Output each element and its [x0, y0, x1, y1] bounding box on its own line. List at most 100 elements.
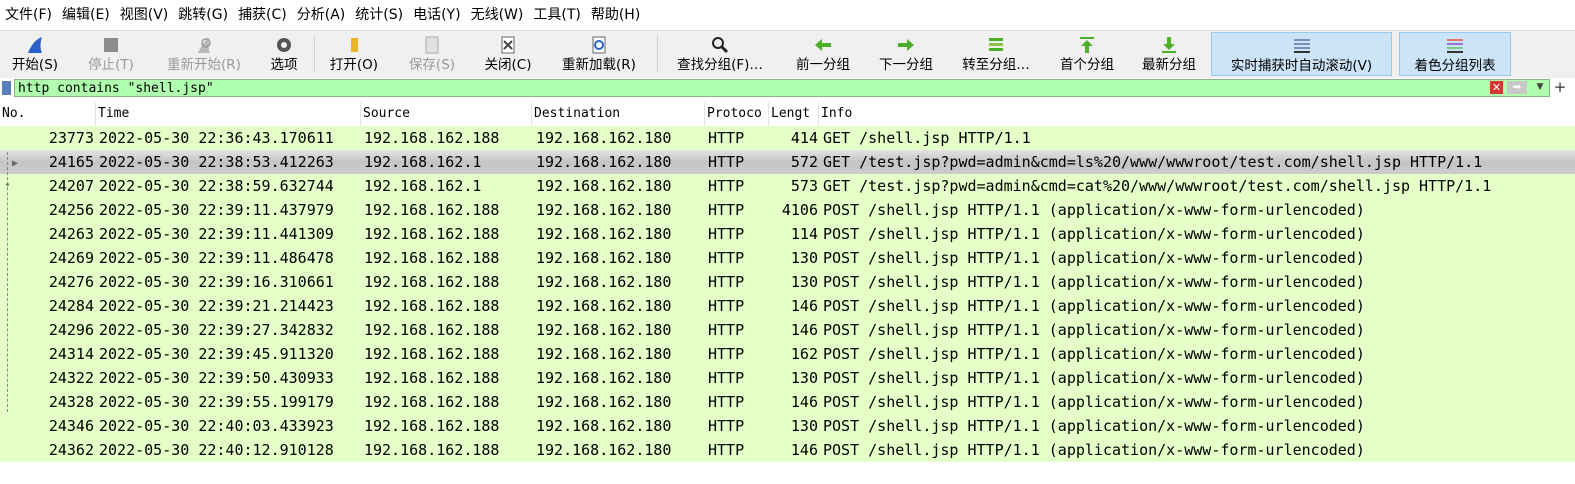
table-row[interactable]: 23773 2022-05-30 22:36:43.170611 192.168.1…: [0, 126, 1575, 150]
packet-length: 146: [790, 393, 818, 411]
packet-time: 2022-05-30 22:39:55.199179: [99, 393, 334, 411]
packet-length: 130: [790, 417, 818, 435]
packet-destination: 192.168.162.180: [536, 345, 672, 363]
packet-no: 24207: [48, 177, 94, 195]
restart-capture-button[interactable]: 重新开始(R): [160, 32, 248, 76]
autoscroll-toggle[interactable]: 实时捕获时自动滚动(V): [1211, 32, 1392, 76]
packet-destination: 192.168.162.180: [536, 177, 672, 195]
start-capture-button[interactable]: 开始(S): [6, 32, 64, 76]
last-packet-button[interactable]: 最新分组: [1134, 32, 1204, 76]
packet-destination: 192.168.162.180: [536, 441, 672, 459]
menu-telephony[interactable]: 电话(Y): [408, 0, 465, 30]
column-header-length[interactable]: Lengt: [769, 102, 819, 126]
packet-source: 192.168.162.188: [364, 297, 500, 315]
packet-no: 24284: [48, 297, 94, 315]
first-packet-button[interactable]: 首个分组: [1052, 32, 1122, 76]
packet-source: 192.168.162.188: [364, 321, 500, 339]
table-row[interactable]: 24296 2022-05-30 22:39:27.342832 192.168.1…: [0, 318, 1575, 342]
table-row[interactable]: 24263 2022-05-30 22:39:11.441309 192.168.1…: [0, 222, 1575, 246]
add-filter-button-icon[interactable]: +: [1553, 79, 1567, 95]
clear-filter-icon[interactable]: ✕: [1490, 81, 1503, 94]
column-header-no[interactable]: No.: [0, 102, 96, 126]
table-row[interactable]: 24256 2022-05-30 22:39:11.437979 192.168.1…: [0, 198, 1575, 222]
packet-length: 146: [790, 321, 818, 339]
packet-no: 24256: [48, 201, 94, 219]
colorize-icon: [1445, 36, 1465, 56]
goto-packet-button[interactable]: 转至分组…: [954, 32, 1038, 76]
open-file-button[interactable]: 打开(O): [324, 32, 384, 76]
menu-capture[interactable]: 捕获(C): [233, 0, 292, 30]
packet-time: 2022-05-30 22:39:45.911320: [99, 345, 334, 363]
table-row[interactable]: 24207 2022-05-30 22:38:59.632744 192.168.1…: [0, 174, 1575, 198]
menu-file[interactable]: 文件(F): [0, 0, 57, 30]
goto-packet-label: 转至分组…: [962, 57, 1030, 73]
packet-source: 192.168.162.188: [364, 345, 500, 363]
packet-protocol: HTTP: [708, 249, 745, 267]
packet-list-header: No. Time Source Destination Protoco Leng…: [0, 102, 1575, 127]
packet-source: 192.168.162.188: [364, 225, 500, 243]
packet-source: 192.168.162.188: [364, 273, 500, 291]
packet-info: POST /shell.jsp HTTP/1.1 (application/x-…: [823, 297, 1365, 315]
column-header-time[interactable]: Time: [96, 102, 361, 126]
display-filter-input[interactable]: [14, 79, 1550, 97]
colorize-label: 着色分组列表: [1414, 58, 1496, 74]
column-header-source[interactable]: Source: [361, 102, 532, 126]
packet-source: 192.168.162.188: [364, 393, 500, 411]
menu-analyze[interactable]: 分析(A): [292, 0, 351, 30]
packet-protocol: HTTP: [708, 153, 745, 171]
packet-destination: 192.168.162.180: [536, 129, 672, 147]
menu-tools[interactable]: 工具(T): [528, 0, 585, 30]
menu-statistics[interactable]: 统计(S): [350, 0, 408, 30]
packet-no: 24314: [48, 345, 94, 363]
prev-packet-button[interactable]: 前一分组: [788, 32, 858, 76]
menu-help[interactable]: 帮助(H): [586, 0, 645, 30]
bookmark-icon[interactable]: [2, 81, 11, 95]
packet-protocol: HTTP: [708, 345, 745, 363]
packet-destination: 192.168.162.180: [536, 201, 672, 219]
menu-edit[interactable]: 编辑(E): [57, 0, 115, 30]
table-row[interactable]: 24328 2022-05-30 22:39:55.199179 192.168.1…: [0, 390, 1575, 414]
chevron-down-icon[interactable]: ▼: [1535, 80, 1545, 94]
arrow-up-icon: [1077, 35, 1097, 55]
column-header-protocol[interactable]: Protoco: [705, 102, 769, 126]
prev-packet-label: 前一分组: [796, 57, 850, 73]
save-file-button[interactable]: 保存(S): [402, 32, 462, 76]
stop-capture-button[interactable]: 停止(T): [82, 32, 140, 76]
packet-length: 146: [790, 297, 818, 315]
stop-icon: [101, 35, 121, 55]
menu-wireless[interactable]: 无线(W): [466, 0, 529, 30]
next-packet-label: 下一分组: [879, 57, 933, 73]
table-row[interactable]: 24284 2022-05-30 22:39:21.214423 192.168.1…: [0, 294, 1575, 318]
packet-no: 24328: [48, 393, 94, 411]
packet-no: 24263: [48, 225, 94, 243]
next-packet-button[interactable]: 下一分组: [871, 32, 941, 76]
capture-options-button[interactable]: 选项: [262, 32, 306, 76]
related-packets-line: [7, 152, 8, 412]
packet-destination: 192.168.162.180: [536, 417, 672, 435]
table-row[interactable]: 24346 2022-05-30 22:40:03.433923 192.168.1…: [0, 414, 1575, 438]
table-row[interactable]: 24322 2022-05-30 22:39:50.430933 192.168.1…: [0, 366, 1575, 390]
close-file-button[interactable]: 关闭(C): [478, 32, 538, 76]
packet-info: POST /shell.jsp HTTP/1.1 (application/x-…: [823, 345, 1365, 363]
table-row[interactable]: 24314 2022-05-30 22:39:45.911320 192.168.1…: [0, 342, 1575, 366]
column-header-info[interactable]: Info: [819, 102, 1575, 126]
shark-fin-icon: [25, 35, 45, 55]
colorize-toggle[interactable]: 着色分组列表: [1399, 32, 1511, 76]
column-header-destination[interactable]: Destination: [532, 102, 705, 126]
table-row[interactable]: 24362 2022-05-30 22:40:12.910128 192.168.1…: [0, 438, 1575, 462]
restart-icon: [194, 35, 214, 55]
reload-file-button[interactable]: 重新加载(R): [554, 32, 644, 76]
close-file-icon: [498, 35, 518, 55]
packet-source: 192.168.162.188: [364, 441, 500, 459]
apply-filter-icon[interactable]: ➡: [1507, 81, 1527, 94]
request-arrow-icon: ▶: [12, 158, 19, 169]
menu-go[interactable]: 跳转(G): [173, 0, 233, 30]
menu-view[interactable]: 视图(V): [115, 0, 174, 30]
find-packet-button[interactable]: 查找分组(F)…: [668, 32, 772, 76]
table-row[interactable]: 24269 2022-05-30 22:39:11.486478 192.168.1…: [0, 246, 1575, 270]
find-packet-label: 查找分组(F)…: [677, 57, 763, 73]
table-row[interactable]: 24165 2022-05-30 22:38:53.412263 192.168.1…: [0, 150, 1575, 174]
packet-protocol: HTTP: [708, 201, 745, 219]
table-row[interactable]: 24276 2022-05-30 22:39:16.310661 192.168.1…: [0, 270, 1575, 294]
packet-source: 192.168.162.188: [364, 417, 500, 435]
